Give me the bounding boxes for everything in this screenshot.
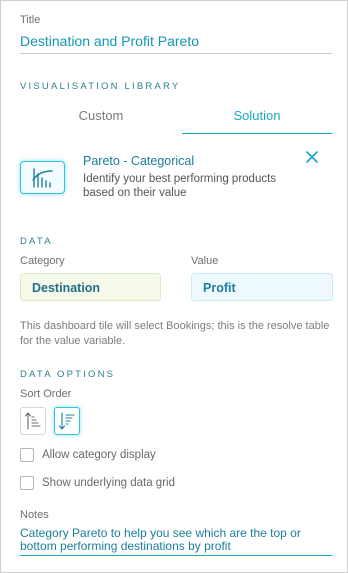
tile-settings-panel: Title Destination and Profit Pareto VISU… — [0, 0, 348, 573]
notes-label: Notes — [20, 509, 49, 521]
data-options-heading: DATA OPTIONS — [20, 369, 116, 380]
visualisation-description: Identify your best performing products b… — [83, 173, 277, 199]
sort-ascending-icon — [24, 412, 41, 430]
notes-input[interactable]: Category Pareto to help you see which ar… — [20, 527, 332, 556]
sort-ascending-button[interactable] — [20, 407, 46, 435]
visualisation-name: Pareto - Categorical — [83, 154, 195, 168]
show-data-grid-option[interactable]: Show underlying data grid — [20, 475, 175, 491]
value-field[interactable]: Profit — [191, 273, 333, 301]
allow-category-display-label: Allow category display — [42, 449, 156, 461]
visualisation-tabs: Custom Solution — [20, 105, 333, 134]
tab-custom[interactable]: Custom — [26, 105, 176, 134]
category-label: Category — [20, 255, 65, 267]
sort-descending-button[interactable] — [54, 407, 80, 435]
show-data-grid-label: Show underlying data grid — [42, 477, 175, 489]
title-input[interactable]: Destination and Profit Pareto — [20, 33, 332, 54]
close-icon[interactable] — [304, 149, 320, 165]
show-data-grid-checkbox[interactable] — [20, 476, 34, 490]
visualisation-library-heading: VISUALISATION LIBRARY — [20, 81, 181, 92]
tab-solution[interactable]: Solution — [182, 105, 332, 134]
title-label: Title — [20, 14, 41, 26]
resolve-table-info: This dashboard tile will select Bookings… — [20, 320, 330, 347]
selected-visualisation-card: Pareto - Categorical Identify your best … — [20, 149, 333, 209]
allow-category-display-checkbox[interactable] — [20, 448, 34, 462]
allow-category-display-option[interactable]: Allow category display — [20, 447, 156, 463]
sort-descending-icon — [58, 412, 75, 430]
sort-order-label: Sort Order — [20, 388, 72, 400]
category-field[interactable]: Destination — [20, 273, 161, 301]
pareto-chart-icon[interactable] — [20, 161, 65, 194]
data-heading: DATA — [20, 236, 53, 247]
value-label: Value — [191, 255, 219, 267]
